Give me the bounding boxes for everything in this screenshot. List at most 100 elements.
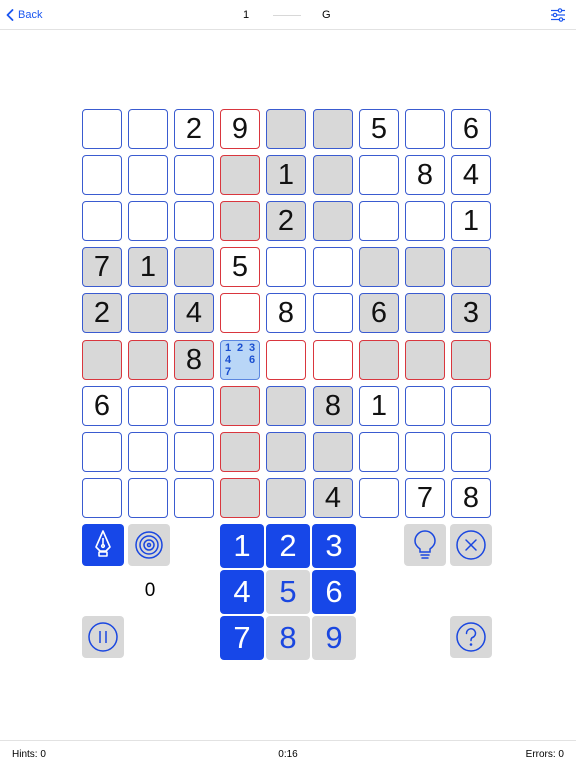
cell-r9c2[interactable] (128, 478, 168, 518)
number-button-8[interactable]: 8 (266, 616, 310, 660)
cell-r5c3[interactable]: 4 (174, 293, 214, 333)
number-button-6[interactable]: 6 (312, 570, 356, 614)
cell-r7c2[interactable] (128, 386, 168, 426)
cell-r5c9[interactable]: 3 (451, 293, 491, 333)
cell-r3c6[interactable] (313, 201, 353, 241)
cell-r5c5[interactable]: 8 (266, 293, 306, 333)
number-button-1[interactable]: 1 (220, 524, 264, 568)
cell-r2c3[interactable] (174, 155, 214, 195)
cell-r1c6[interactable] (313, 109, 353, 149)
cell-r9c9[interactable]: 8 (451, 478, 491, 518)
cell-r6c1[interactable] (82, 340, 122, 380)
cell-r4c4[interactable]: 5 (220, 247, 260, 287)
cell-r1c8[interactable] (405, 109, 445, 149)
cell-r4c8[interactable] (405, 247, 445, 287)
cell-r2c1[interactable] (82, 155, 122, 195)
cell-r6c4[interactable]: 123 4 6 7 (220, 340, 260, 380)
cell-r8c6[interactable] (313, 432, 353, 472)
cell-r9c7[interactable] (359, 478, 399, 518)
cell-r6c7[interactable] (359, 340, 399, 380)
cell-r2c7[interactable] (359, 155, 399, 195)
cell-r4c6[interactable] (313, 247, 353, 287)
cell-r7c5[interactable] (266, 386, 306, 426)
cell-r5c1[interactable]: 2 (82, 293, 122, 333)
pen-mode-button[interactable] (82, 524, 124, 566)
cell-r7c3[interactable] (174, 386, 214, 426)
cell-r9c3[interactable] (174, 478, 214, 518)
cell-r3c3[interactable] (174, 201, 214, 241)
pause-button[interactable] (82, 616, 124, 658)
cell-r4c1[interactable]: 7 (82, 247, 122, 287)
cell-r8c9[interactable] (451, 432, 491, 472)
number-button-7[interactable]: 7 (220, 616, 264, 660)
cell-r8c2[interactable] (128, 432, 168, 472)
cell-value: 6 (462, 112, 480, 145)
target-button[interactable] (128, 524, 170, 566)
cell-r9c5[interactable] (266, 478, 306, 518)
cell-r6c6[interactable] (313, 340, 353, 380)
cell-r7c4[interactable] (220, 386, 260, 426)
cell-r4c9[interactable] (451, 247, 491, 287)
cell-r6c2[interactable] (128, 340, 168, 380)
cell-r6c5[interactable] (266, 340, 306, 380)
cell-r4c3[interactable] (174, 247, 214, 287)
cell-r3c5[interactable]: 2 (266, 201, 306, 241)
cell-r1c2[interactable] (128, 109, 168, 149)
cell-r7c7[interactable]: 1 (359, 386, 399, 426)
cell-r2c9[interactable]: 4 (451, 155, 491, 195)
cell-r9c4[interactable] (220, 478, 260, 518)
number-button-9[interactable]: 9 (312, 616, 356, 660)
cell-r8c8[interactable] (405, 432, 445, 472)
cell-r4c5[interactable] (266, 247, 306, 287)
cell-r9c6[interactable]: 4 (313, 478, 353, 518)
cell-r6c3[interactable]: 8 (174, 340, 214, 380)
cell-r7c9[interactable] (451, 386, 491, 426)
cell-r5c2[interactable] (128, 293, 168, 333)
cell-r2c2[interactable] (128, 155, 168, 195)
number-button-2[interactable]: 2 (266, 524, 310, 568)
cell-r7c8[interactable] (405, 386, 445, 426)
settings-button[interactable] (550, 7, 566, 23)
cell-r1c5[interactable] (266, 109, 306, 149)
cell-r5c7[interactable]: 6 (359, 293, 399, 333)
cell-r5c4[interactable] (220, 293, 260, 333)
cell-r4c2[interactable]: 1 (128, 247, 168, 287)
number-button-3[interactable]: 3 (312, 524, 356, 568)
cell-r8c7[interactable] (359, 432, 399, 472)
cell-r5c6[interactable] (313, 293, 353, 333)
cell-r2c8[interactable]: 8 (405, 155, 445, 195)
cell-r3c7[interactable] (359, 201, 399, 241)
erase-button[interactable] (450, 524, 492, 566)
cell-r8c4[interactable] (220, 432, 260, 472)
cell-r9c8[interactable]: 7 (405, 478, 445, 518)
cell-r3c1[interactable] (82, 201, 122, 241)
cell-r2c5[interactable]: 1 (266, 155, 306, 195)
cell-r1c1[interactable] (82, 109, 122, 149)
cell-r4c7[interactable] (359, 247, 399, 287)
cell-r1c9[interactable]: 6 (451, 109, 491, 149)
cell-r3c9[interactable]: 1 (451, 201, 491, 241)
cell-r1c7[interactable]: 5 (359, 109, 399, 149)
cell-r8c5[interactable] (266, 432, 306, 472)
cell-value: 1 (277, 158, 295, 191)
cell-r8c3[interactable] (174, 432, 214, 472)
cell-r5c8[interactable] (405, 293, 445, 333)
cell-r3c2[interactable] (128, 201, 168, 241)
hint-button[interactable] (404, 524, 446, 566)
cell-r2c6[interactable] (313, 155, 353, 195)
number-button-5[interactable]: 5 (266, 570, 310, 614)
back-button[interactable]: Back (6, 6, 42, 24)
cell-r1c3[interactable]: 2 (174, 109, 214, 149)
cell-r1c4[interactable]: 9 (220, 109, 260, 149)
cell-r6c8[interactable] (405, 340, 445, 380)
cell-r9c1[interactable] (82, 478, 122, 518)
cell-r3c4[interactable] (220, 201, 260, 241)
cell-r3c8[interactable] (405, 201, 445, 241)
cell-r8c1[interactable] (82, 432, 122, 472)
cell-r7c6[interactable]: 8 (313, 386, 353, 426)
cell-r7c1[interactable]: 6 (82, 386, 122, 426)
cell-r2c4[interactable] (220, 155, 260, 195)
number-button-4[interactable]: 4 (220, 570, 264, 614)
help-button[interactable] (450, 616, 492, 658)
cell-r6c9[interactable] (451, 340, 491, 380)
